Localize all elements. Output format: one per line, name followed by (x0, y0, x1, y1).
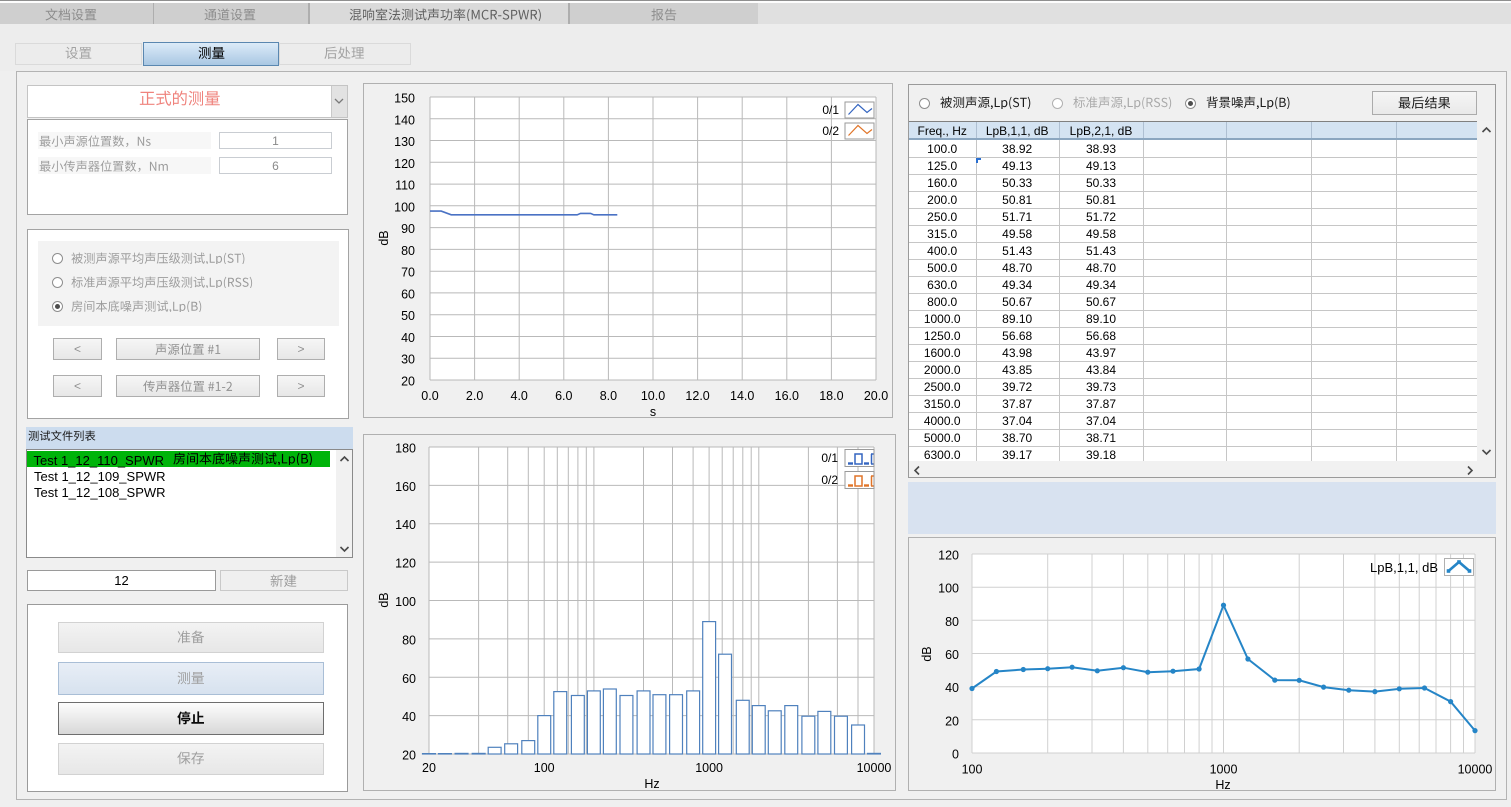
svg-text:0/2: 0/2 (821, 473, 838, 487)
svg-text:90: 90 (401, 222, 415, 236)
svg-text:100: 100 (534, 761, 555, 775)
svg-text:150: 150 (394, 92, 415, 106)
svg-text:40: 40 (402, 710, 416, 724)
svg-text:130: 130 (394, 135, 415, 149)
svg-text:4.0: 4.0 (511, 389, 528, 403)
svg-text:LpB,1,1, dB: LpB,1,1, dB (1370, 560, 1438, 575)
svg-text:14.0: 14.0 (730, 389, 754, 403)
svg-text:60: 60 (945, 648, 959, 662)
svg-text:20: 20 (422, 761, 436, 775)
svg-text:16.0: 16.0 (775, 389, 799, 403)
svg-text:100: 100 (395, 595, 416, 609)
svg-text:20: 20 (401, 375, 415, 389)
svg-text:120: 120 (938, 549, 959, 563)
svg-text:0/1: 0/1 (822, 103, 839, 117)
svg-text:10.0: 10.0 (641, 389, 665, 403)
svg-text:dB: dB (377, 230, 391, 245)
svg-text:100: 100 (938, 582, 959, 596)
svg-text:40: 40 (401, 331, 415, 345)
svg-text:80: 80 (402, 633, 416, 647)
svg-text:50: 50 (401, 309, 415, 323)
svg-text:40: 40 (945, 681, 959, 695)
svg-text:120: 120 (395, 557, 416, 571)
svg-text:20.0: 20.0 (864, 389, 888, 403)
svg-text:6.0: 6.0 (555, 389, 572, 403)
svg-text:70: 70 (401, 266, 415, 280)
svg-text:8.0: 8.0 (600, 389, 617, 403)
svg-text:20: 20 (945, 714, 959, 728)
svg-text:100: 100 (394, 200, 415, 214)
svg-text:110: 110 (395, 179, 415, 193)
svg-text:10000: 10000 (1458, 763, 1493, 777)
svg-text:120: 120 (394, 157, 415, 171)
svg-text:Hz: Hz (1215, 778, 1230, 791)
svg-text:60: 60 (402, 672, 416, 686)
svg-text:160: 160 (395, 480, 416, 494)
svg-text:dB: dB (377, 592, 391, 607)
svg-text:140: 140 (395, 518, 416, 532)
svg-text:12.0: 12.0 (685, 389, 709, 403)
svg-text:20: 20 (402, 749, 416, 763)
svg-text:18.0: 18.0 (819, 389, 843, 403)
svg-text:1000: 1000 (1210, 763, 1238, 777)
svg-text:1000: 1000 (695, 761, 723, 775)
svg-text:30: 30 (401, 353, 415, 367)
svg-text:0: 0 (952, 748, 959, 762)
svg-text:180: 180 (395, 442, 416, 456)
svg-text:80: 80 (401, 244, 415, 258)
svg-text:60: 60 (401, 287, 415, 301)
svg-text:0/2: 0/2 (822, 124, 839, 138)
svg-text:140: 140 (394, 113, 415, 127)
svg-text:dB: dB (920, 646, 934, 661)
svg-text:0/1: 0/1 (821, 451, 838, 465)
svg-text:s: s (650, 405, 656, 418)
svg-text:80: 80 (945, 615, 959, 629)
svg-text:10000: 10000 (857, 761, 892, 775)
svg-text:Hz: Hz (644, 777, 659, 791)
svg-text:100: 100 (962, 763, 983, 777)
svg-text:0.0: 0.0 (421, 389, 438, 403)
svg-text:2.0: 2.0 (466, 389, 483, 403)
